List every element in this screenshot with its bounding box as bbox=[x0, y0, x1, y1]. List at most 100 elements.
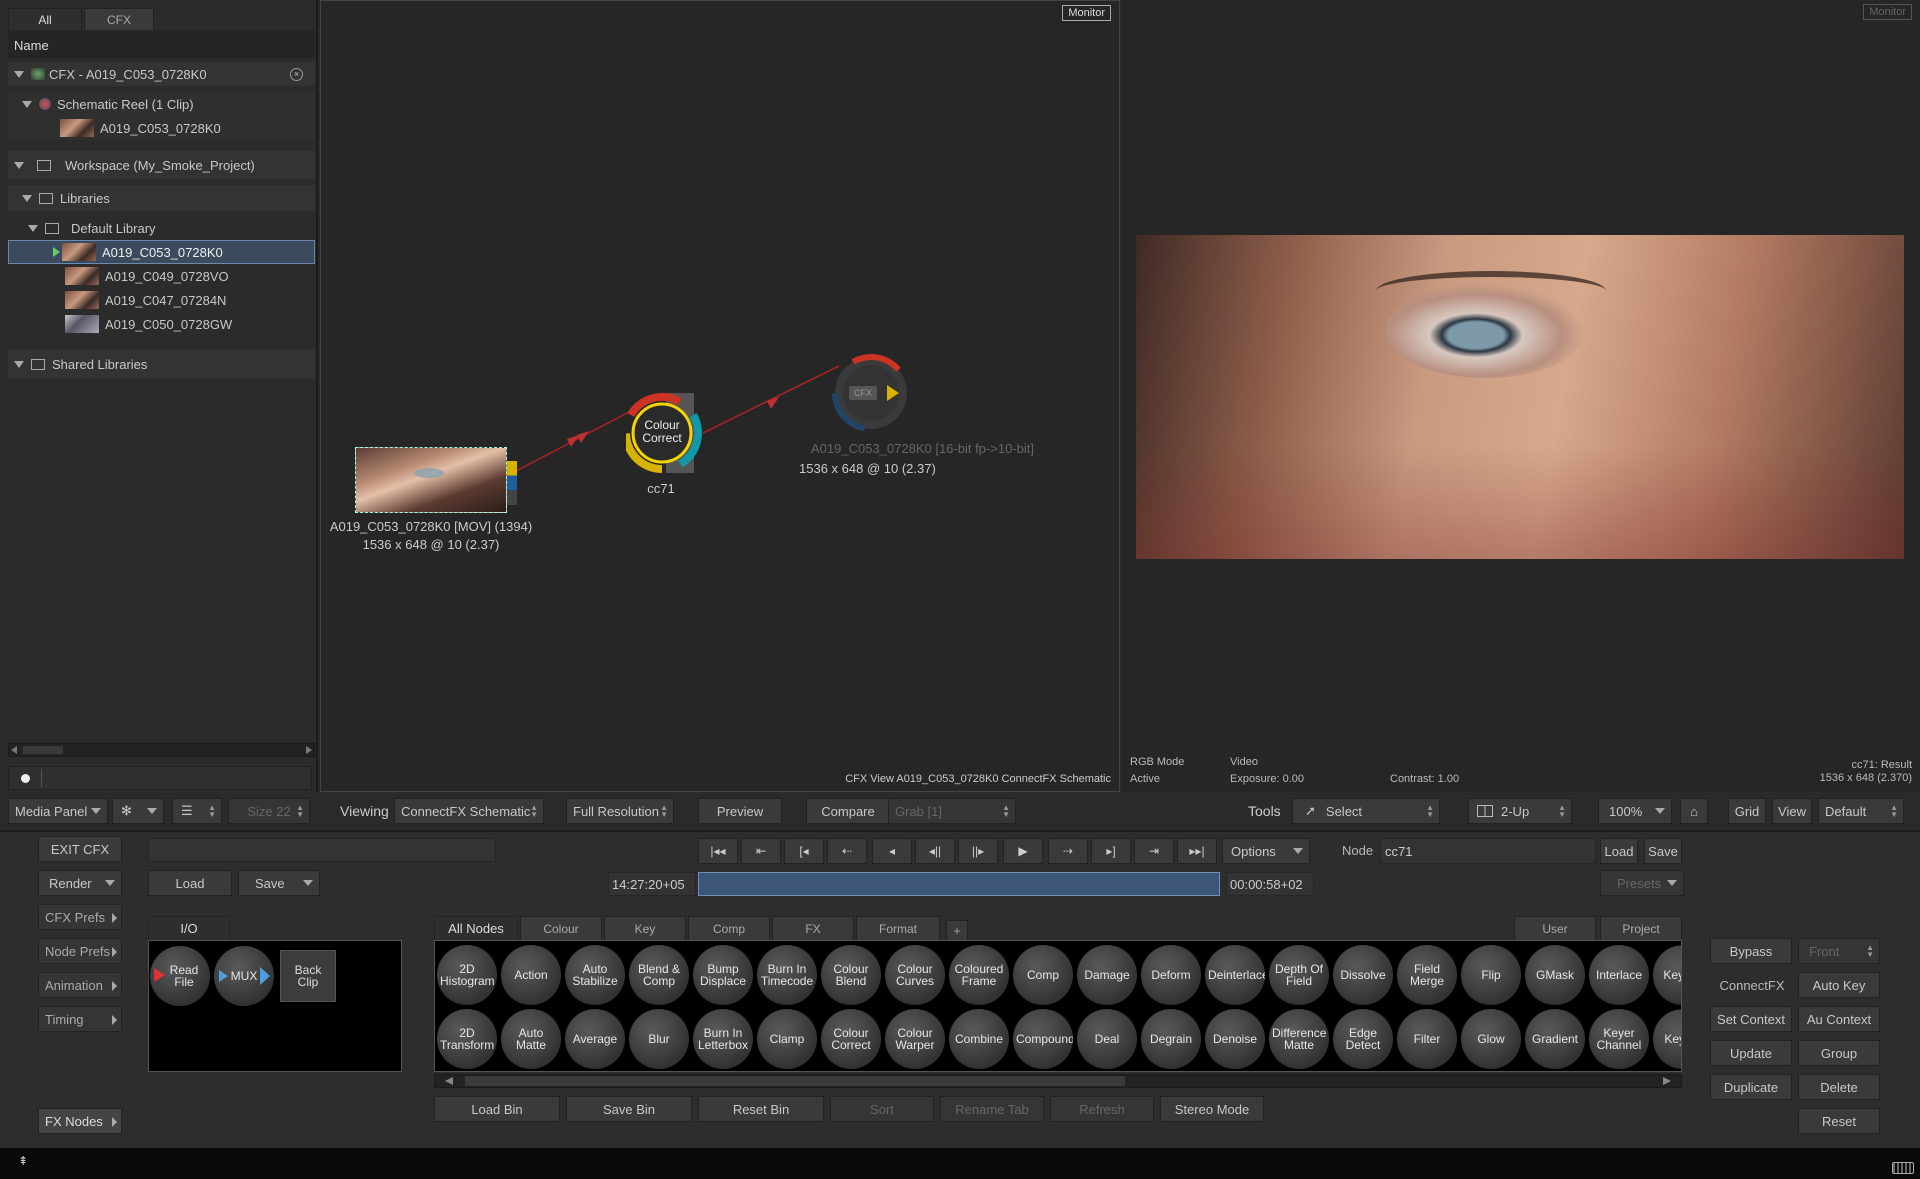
monitor-badge[interactable]: Monitor bbox=[1863, 4, 1912, 20]
prev-keyframe-button[interactable]: ⇤ bbox=[741, 838, 781, 864]
name-column-header[interactable]: Name bbox=[8, 30, 315, 58]
fx-node[interactable]: Edge Detect bbox=[1333, 1009, 1393, 1069]
au-context-button[interactable]: Au Context bbox=[1798, 1006, 1880, 1032]
fx-node[interactable]: Deinterlace bbox=[1205, 945, 1265, 1005]
fx-node[interactable]: Clamp bbox=[757, 1009, 817, 1069]
source-output-ports[interactable] bbox=[507, 461, 517, 505]
viewing-dropdown[interactable]: ConnectFX Schematic ▲ ▼ bbox=[394, 798, 544, 824]
fx-node[interactable]: Blur bbox=[629, 1009, 689, 1069]
tree-clip[interactable]: A019_C047_07284N bbox=[8, 288, 315, 312]
reset-button[interactable]: Reset bbox=[1798, 1108, 1880, 1134]
fx-node[interactable]: Dissolve bbox=[1333, 945, 1393, 1005]
prev-mark-button[interactable]: ⇠ bbox=[827, 838, 867, 864]
fx-node[interactable]: Interlace bbox=[1589, 945, 1649, 1005]
set-context-button[interactable]: Set Context bbox=[1710, 1006, 1792, 1032]
sort-button[interactable]: Sort bbox=[830, 1096, 934, 1122]
go-to-start-button[interactable]: |◂◂ bbox=[698, 838, 738, 864]
tab-colour[interactable]: Colour bbox=[520, 916, 602, 940]
tab-cfx[interactable]: CFX bbox=[84, 8, 154, 30]
resolution-dropdown[interactable]: Full Resolution ▲ ▼ bbox=[566, 798, 674, 824]
save-bin-button[interactable]: Save Bin bbox=[566, 1096, 692, 1122]
node-bin-scrollbar[interactable] bbox=[434, 1074, 1682, 1088]
cfx-prefs-menu[interactable]: CFX Prefs bbox=[38, 904, 122, 930]
fx-node[interactable]: Deal bbox=[1077, 1009, 1137, 1069]
schematic-view[interactable]: Monitor A019_C053_0728K0 [MOV] (1394) 15… bbox=[320, 0, 1120, 792]
tab-project[interactable]: Project bbox=[1600, 916, 1682, 940]
tree-shared-libraries[interactable]: Shared Libraries bbox=[8, 350, 315, 378]
fx-node[interactable]: Key HL bbox=[1653, 945, 1681, 1005]
step-forward-button[interactable]: ||▸ bbox=[958, 838, 998, 864]
options-dropdown[interactable]: Options bbox=[1222, 838, 1310, 864]
node-name-field[interactable]: cc71 bbox=[1380, 838, 1596, 864]
fx-node[interactable]: 2D Transform bbox=[437, 1009, 497, 1069]
expand-icon[interactable] bbox=[28, 224, 38, 232]
source-clip-node[interactable] bbox=[355, 447, 507, 513]
layout-dropdown[interactable]: 2-Up ▲ ▼ bbox=[1468, 798, 1572, 824]
scroll-right-icon[interactable] bbox=[306, 746, 312, 754]
group-button[interactable]: Group bbox=[1798, 1040, 1880, 1066]
default-dropdown[interactable]: Default ▲ ▼ bbox=[1818, 798, 1904, 824]
tree-clip[interactable]: A019_C049_0728VO bbox=[8, 264, 315, 288]
mux-node[interactable]: MUX bbox=[214, 946, 274, 1006]
tab-add[interactable]: + bbox=[946, 920, 968, 940]
fx-node[interactable]: Blend & Comp bbox=[629, 945, 689, 1005]
fx-node[interactable]: 2D Histogram bbox=[437, 945, 497, 1005]
message-field[interactable] bbox=[148, 838, 496, 862]
exit-cfx-button[interactable]: EXIT CFX bbox=[38, 836, 122, 862]
load-bin-button[interactable]: Load Bin bbox=[434, 1096, 560, 1122]
fx-node[interactable]: Combine bbox=[949, 1009, 1009, 1069]
fx-node[interactable]: GMask bbox=[1525, 945, 1585, 1005]
timecode-out[interactable]: 00:00:58+02 bbox=[1226, 872, 1314, 896]
rename-tab-button[interactable]: Rename Tab bbox=[940, 1096, 1044, 1122]
home-button[interactable]: ⌂ bbox=[1680, 798, 1708, 824]
expand-icon[interactable] bbox=[14, 70, 24, 78]
fx-node[interactable]: Colour Correct bbox=[821, 1009, 881, 1069]
fx-node[interactable]: Colour Curves bbox=[885, 945, 945, 1005]
fx-node[interactable]: Difference Matte bbox=[1269, 1009, 1329, 1069]
play-button[interactable]: ▶ bbox=[1003, 838, 1043, 864]
fx-node[interactable]: Gradient bbox=[1525, 1009, 1585, 1069]
settings-dropdown[interactable]: ✻ bbox=[112, 798, 164, 824]
zoom-dropdown[interactable]: 100% bbox=[1598, 798, 1672, 824]
auto-key-button[interactable]: Auto Key bbox=[1798, 972, 1880, 998]
grab-dropdown[interactable]: Grab [1] ▲ ▼ bbox=[888, 798, 1016, 824]
update-button[interactable]: Update bbox=[1710, 1040, 1792, 1066]
result-viewer[interactable]: Monitor RGB Mode Active Video Exposure: … bbox=[1122, 0, 1920, 792]
play-reverse-button[interactable]: ◂ bbox=[872, 838, 912, 864]
next-keyframe-button[interactable]: ⇥ bbox=[1134, 838, 1174, 864]
tree-libraries[interactable]: Libraries bbox=[8, 185, 315, 211]
tab-comp[interactable]: Comp bbox=[688, 916, 770, 940]
grid-button[interactable]: Grid bbox=[1728, 798, 1766, 824]
step-back-button[interactable]: ◂|| bbox=[915, 838, 955, 864]
fx-node[interactable]: Deform bbox=[1141, 945, 1201, 1005]
keyboard-icon[interactable] bbox=[1892, 1162, 1914, 1174]
node-save-button[interactable]: Save bbox=[1644, 838, 1682, 864]
fx-node[interactable]: Depth Of Field bbox=[1269, 945, 1329, 1005]
fx-node[interactable]: Compound bbox=[1013, 1009, 1073, 1069]
timing-menu[interactable]: Timing bbox=[38, 1006, 122, 1032]
size-field[interactable]: Size 22 ▲ ▼ bbox=[228, 798, 310, 824]
fx-node[interactable]: Action bbox=[501, 945, 561, 1005]
node-load-button[interactable]: Load bbox=[1600, 838, 1638, 864]
scroll-thumb[interactable] bbox=[465, 1076, 1125, 1086]
compare-button[interactable]: Compare bbox=[806, 798, 890, 824]
delete-button[interactable]: Delete bbox=[1798, 1074, 1880, 1100]
fx-node[interactable]: Bump Displace bbox=[693, 945, 753, 1005]
tab-user[interactable]: User bbox=[1514, 916, 1596, 940]
node-prefs-menu[interactable]: Node Prefs bbox=[38, 938, 122, 964]
expand-up-icon[interactable]: ⇞ bbox=[18, 1154, 28, 1168]
select-tool-dropdown[interactable]: ➚ Select ▲ ▼ bbox=[1292, 798, 1440, 824]
fx-node[interactable]: Keyer Channel bbox=[1589, 1009, 1649, 1069]
fx-node[interactable]: Denoise bbox=[1205, 1009, 1265, 1069]
fx-nodes-menu[interactable]: FX Nodes bbox=[38, 1108, 122, 1134]
output-node[interactable]: CFX bbox=[831, 353, 911, 433]
front-dropdown[interactable]: Front ▲ ▼ bbox=[1798, 938, 1880, 964]
fx-node[interactable]: Auto Stabilize bbox=[565, 945, 625, 1005]
fx-node[interactable]: Key Lu bbox=[1653, 1009, 1681, 1069]
tab-io[interactable]: I/O bbox=[148, 916, 230, 940]
tree-default-library[interactable]: Default Library bbox=[8, 216, 315, 240]
presets-dropdown[interactable]: Presets bbox=[1600, 870, 1684, 896]
refresh-button[interactable]: Refresh bbox=[1050, 1096, 1154, 1122]
tree-clip[interactable]: A019_C050_0728GW bbox=[8, 312, 315, 336]
load-button[interactable]: Load bbox=[148, 870, 232, 896]
